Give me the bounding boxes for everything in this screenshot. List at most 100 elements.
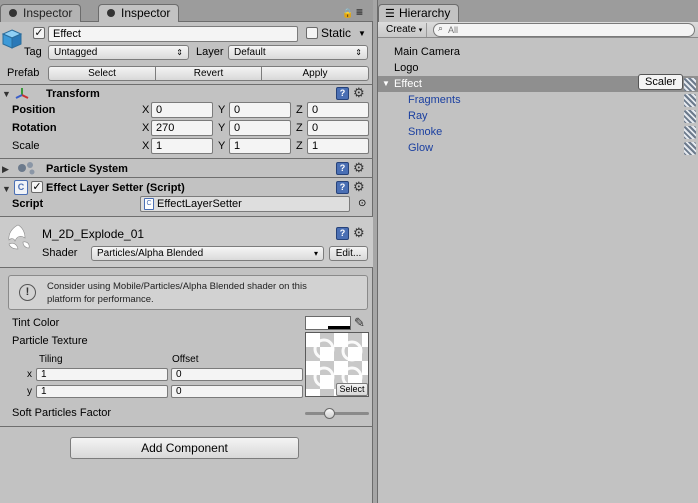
gear-icon[interactable]: ⚙	[353, 180, 365, 193]
transform-axes-icon	[14, 86, 30, 102]
shader-edit-button[interactable]: Edit...	[329, 246, 368, 261]
tab-inspector-right[interactable]: Inspector	[98, 4, 180, 23]
axis-z-label[interactable]: Z	[296, 121, 303, 135]
particle-badge-icon	[684, 110, 696, 123]
script-file-icon: C	[14, 180, 28, 195]
layer-setter-foldout-icon[interactable]: ▼	[2, 183, 11, 195]
rotation-x-field[interactable]: 270	[151, 120, 213, 136]
scale-y-field[interactable]: 1	[229, 138, 291, 154]
rotation-z-field[interactable]: 0	[307, 120, 369, 136]
hierarchy-list-icon: ☰	[385, 8, 395, 20]
transform-title[interactable]: Transform	[46, 87, 100, 101]
hierarchy-item-ray[interactable]: Ray	[378, 108, 698, 124]
axis-y-label[interactable]: Y	[218, 121, 225, 135]
slider-thumb[interactable]	[323, 408, 335, 419]
rotation-y-field[interactable]: 0	[229, 120, 291, 136]
position-z-field[interactable]: 0	[307, 102, 369, 118]
layer-setter-title[interactable]: Effect Layer Setter (Script)	[46, 181, 185, 195]
axis-x-label[interactable]: X	[142, 103, 149, 117]
lock-icon[interactable]: 🔒	[342, 8, 353, 19]
axis-x-label[interactable]: X	[142, 139, 149, 153]
axis-x-label[interactable]: X	[142, 121, 149, 135]
updown-arrow-icon: ⇕	[355, 48, 362, 57]
add-component-button[interactable]: Add Component	[70, 437, 299, 459]
tab-inspector-left[interactable]: Inspector	[0, 4, 82, 22]
object-name-field[interactable]: Effect	[48, 26, 298, 42]
prefab-apply-button[interactable]: Apply	[261, 66, 369, 81]
script-label: Script	[12, 198, 44, 210]
hierarchy-item-main-camera[interactable]: Main Camera	[378, 44, 698, 60]
soft-particles-slider[interactable]	[305, 408, 369, 419]
soft-particles-label: Soft Particles Factor	[12, 407, 112, 419]
position-x-field[interactable]: 0	[151, 102, 213, 118]
unity-logo-icon	[107, 9, 115, 17]
gear-icon[interactable]: ⚙	[353, 226, 365, 239]
shader-label: Shader	[42, 247, 78, 259]
hierarchy-search[interactable]: ⌕	[433, 23, 695, 37]
hierarchy-panel: ☰ Hierarchy Create ▾ ⌕ Main Camera Logo …	[377, 0, 698, 503]
hierarchy-item-smoke[interactable]: Smoke	[378, 124, 698, 140]
tiling-label: Tiling	[39, 354, 63, 365]
hierarchy-item-effect[interactable]: ▼ Effect Scaler	[378, 74, 698, 92]
layer-label: Layer	[196, 46, 224, 58]
axis-z-label[interactable]: Z	[296, 103, 303, 117]
updown-arrow-icon: ⇕	[176, 48, 183, 57]
warning-line-1: Consider using Mobile/Particles/Alpha Bl…	[47, 281, 307, 292]
hierarchy-item-fragments[interactable]: Fragments	[378, 92, 698, 108]
alpha-bar	[328, 326, 350, 329]
texture-select-button[interactable]: Select	[336, 383, 368, 396]
offset-y-field[interactable]: 0	[171, 385, 303, 398]
particle-texture-label: Particle Texture	[12, 335, 88, 347]
prefab-label: Prefab	[7, 67, 40, 79]
active-checkbox[interactable]: ✓	[33, 27, 45, 39]
particle-system-title[interactable]: Particle System	[46, 162, 128, 176]
particle-system-foldout-icon[interactable]: ▶	[2, 163, 9, 175]
search-input[interactable]	[448, 24, 678, 36]
offset-x-field[interactable]: 0	[171, 368, 303, 381]
help-icon[interactable]: ?	[336, 181, 349, 194]
prefab-select-button[interactable]: Select	[48, 66, 156, 81]
shader-dropdown[interactable]: Particles/Alpha Blended ▾	[91, 246, 324, 261]
material-name: M_2D_Explode_01	[42, 227, 145, 241]
object-picker-icon[interactable]: ⊙	[358, 198, 366, 209]
unity-logo-icon	[9, 9, 17, 17]
layer-dropdown[interactable]: Default ⇕	[228, 45, 368, 60]
tiling-y-field[interactable]: 1	[36, 385, 168, 398]
tiling-x-field[interactable]: 1	[36, 368, 168, 381]
axis-y-label[interactable]: Y	[218, 139, 225, 153]
scale-x-field[interactable]: 1	[151, 138, 213, 154]
gameobject-cube-icon	[1, 28, 23, 50]
transform-foldout-icon[interactable]: ▼	[2, 88, 11, 100]
script-object-field[interactable]: C EffectLayerSetter	[140, 196, 350, 212]
position-y-field[interactable]: 0	[229, 102, 291, 118]
static-checkbox[interactable]	[306, 27, 318, 39]
prefab-revert-button[interactable]: Revert	[155, 66, 262, 81]
gear-icon[interactable]: ⚙	[353, 161, 365, 174]
tint-color-swatch[interactable]	[305, 316, 351, 330]
create-dropdown[interactable]: Create ▾	[382, 23, 428, 37]
info-icon: !	[19, 284, 36, 301]
divider	[0, 426, 373, 427]
help-icon[interactable]: ?	[336, 162, 349, 175]
texture-slot[interactable]: Select	[305, 332, 369, 397]
hierarchy-tab-strip: ☰ Hierarchy	[378, 0, 698, 23]
divider	[0, 177, 373, 178]
axis-y-label[interactable]: Y	[218, 103, 225, 117]
search-icon: ⌕	[438, 23, 444, 33]
row-x-label: x	[27, 369, 32, 380]
tag-dropdown[interactable]: Untagged ⇕	[48, 45, 189, 60]
layer-setter-enabled-checkbox[interactable]: ✓	[31, 181, 43, 193]
hierarchy-item-glow[interactable]: Glow	[378, 140, 698, 156]
offset-label: Offset	[172, 354, 199, 365]
scale-z-field[interactable]: 1	[307, 138, 369, 154]
tab-menu-icon[interactable]: ≡	[356, 5, 363, 19]
tab-hierarchy[interactable]: ☰ Hierarchy	[378, 4, 460, 23]
gear-icon[interactable]: ⚙	[353, 86, 365, 99]
help-icon[interactable]: ?	[336, 87, 349, 100]
expand-arrow-icon[interactable]: ▼	[382, 76, 390, 92]
particle-badge-icon	[684, 126, 696, 139]
eyedropper-icon[interactable]: ✎	[354, 315, 365, 331]
help-icon[interactable]: ?	[336, 227, 349, 240]
static-dropdown-arrow-icon[interactable]: ▼	[358, 29, 366, 38]
axis-z-label[interactable]: Z	[296, 139, 303, 153]
